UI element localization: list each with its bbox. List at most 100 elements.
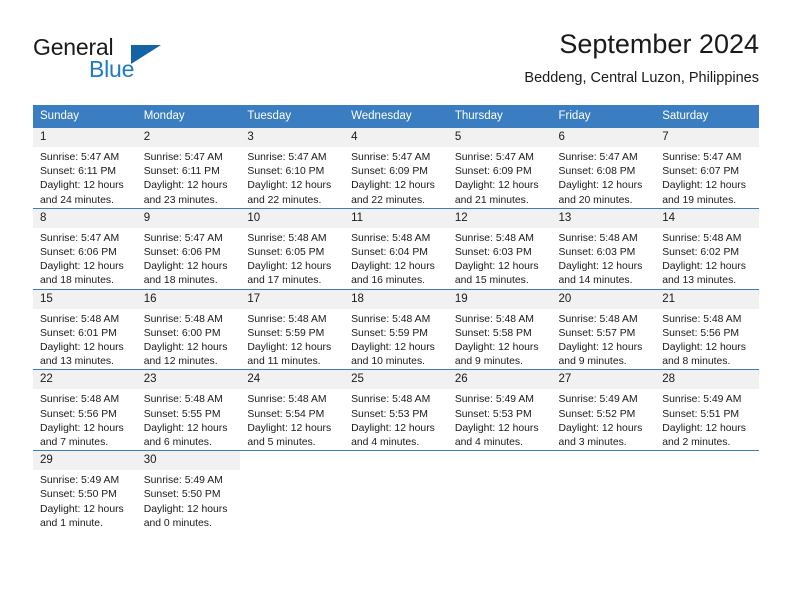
calendar-header-row: Sunday Monday Tuesday Wednesday Thursday… (33, 105, 759, 128)
calendar-day-cell[interactable]: 25 Sunrise: 5:48 AM Sunset: 5:53 PM Dayligh… (344, 369, 448, 451)
sunset-text: Sunset: 6:08 PM (558, 166, 636, 178)
calendar-day-cell[interactable]: 14 Sunrise: 5:48 AM Sunset: 6:02 PM Dayligh… (655, 207, 759, 290)
day-details: Sunrise: 5:49 AM Sunset: 5:52 PM Daylight:… (552, 389, 656, 450)
daylight-text-line1: Daylight: 12 hours (558, 180, 643, 192)
daylight-text-line2: and 13 minutes. (662, 275, 737, 287)
day-number: 23 (136, 370, 241, 390)
sunrise-text: Sunrise: 5:48 AM (662, 313, 742, 325)
sunrise-text: Sunrise: 5:47 AM (40, 232, 120, 244)
sunset-text: Sunset: 6:11 PM (143, 166, 220, 178)
day-details (344, 470, 448, 474)
daylight-text-line1: Daylight: 12 hours (143, 503, 228, 515)
daylight-text-line1: Daylight: 12 hours (454, 180, 539, 192)
sunrise-text: Sunrise: 5:47 AM (143, 152, 223, 163)
sunset-text: Sunset: 5:57 PM (558, 327, 636, 339)
calendar-day-cell[interactable]: 10 Sunrise: 5:48 AM Sunset: 6:05 PM Dayligh… (240, 207, 345, 290)
sunrise-text: Sunrise: 5:47 AM (558, 152, 638, 163)
calendar-day-cell[interactable]: 22 Sunrise: 5:48 AM Sunset: 5:56 PM Dayligh… (33, 369, 137, 451)
calendar-page: General Blue September 2024 Beddeng, Cen… (0, 0, 792, 612)
calendar-day-cell[interactable]: 28 Sunrise: 5:49 AM Sunset: 5:51 PM Dayligh… (655, 369, 759, 451)
calendar-day-cell-empty (447, 450, 552, 532)
daylight-text-line2: and 15 minutes. (454, 275, 529, 287)
calendar-week-row: 29 Sunrise: 5:49 AM Sunset: 5:50 PM Dayligh… (33, 450, 759, 532)
daylight-text-line2: and 11 minutes. (247, 356, 321, 368)
daylight-text-line1: Daylight: 12 hours (143, 422, 228, 434)
sunrise-text: Sunrise: 5:49 AM (454, 394, 534, 406)
calendar-day-cell-empty (551, 450, 656, 532)
calendar-day-cell[interactable]: 6 Sunrise: 5:47 AM Sunset: 6:08 PM Daylight… (551, 127, 656, 209)
sunrise-text: Sunrise: 5:48 AM (247, 313, 327, 325)
sunset-text: Sunset: 5:56 PM (40, 408, 117, 420)
calendar-body: 1 Sunrise: 5:47 AM Sunset: 6:11 PM Daylight… (33, 127, 759, 532)
sunset-text: Sunset: 6:01 PM (40, 327, 117, 339)
calendar-day-cell[interactable]: 9 Sunrise: 5:47 AM Sunset: 6:06 PM Daylight… (136, 207, 241, 290)
calendar-day-cell[interactable]: 2 Sunrise: 5:47 AM Sunset: 6:11 PM Daylight… (136, 127, 241, 209)
day-details: Sunrise: 5:48 AM Sunset: 6:04 PM Daylight:… (344, 228, 448, 289)
sunset-text: Sunset: 6:04 PM (351, 247, 428, 259)
daylight-text-line2: and 9 minutes. (454, 356, 523, 368)
calendar-day-cell[interactable]: 26 Sunrise: 5:49 AM Sunset: 5:53 PM Dayligh… (447, 369, 552, 451)
calendar-day-cell[interactable]: 4 Sunrise: 5:47 AM Sunset: 6:09 PM Daylight… (344, 127, 448, 209)
calendar-day-cell[interactable]: 13 Sunrise: 5:48 AM Sunset: 6:03 PM Dayligh… (551, 207, 656, 290)
daylight-text-line2: and 19 minutes. (662, 194, 737, 206)
calendar-day-cell[interactable]: 16 Sunrise: 5:48 AM Sunset: 6:00 PM Dayligh… (136, 288, 241, 370)
daylight-text-line1: Daylight: 12 hours (247, 261, 332, 273)
sunset-text: Sunset: 6:00 PM (143, 327, 221, 339)
daylight-text-line1: Daylight: 12 hours (40, 422, 124, 434)
day-details: Sunrise: 5:48 AM Sunset: 5:58 PM Daylight:… (448, 309, 552, 370)
day-details: Sunrise: 5:47 AM Sunset: 6:11 PM Daylight:… (137, 147, 241, 208)
calendar-day-cell[interactable]: 20 Sunrise: 5:48 AM Sunset: 5:57 PM Dayligh… (551, 288, 656, 370)
day-details: Sunrise: 5:47 AM Sunset: 6:09 PM Daylight:… (344, 147, 448, 208)
day-number: 14 (655, 208, 759, 228)
daylight-text-line1: Daylight: 12 hours (662, 422, 746, 434)
calendar-day-cell[interactable]: 21 Sunrise: 5:48 AM Sunset: 5:56 PM Dayligh… (655, 288, 759, 370)
calendar-day-cell[interactable]: 18 Sunrise: 5:48 AM Sunset: 5:59 PM Dayligh… (344, 288, 448, 370)
calendar-day-cell[interactable]: 15 Sunrise: 5:48 AM Sunset: 6:01 PM Dayligh… (33, 288, 137, 370)
calendar-day-cell[interactable]: 12 Sunrise: 5:48 AM Sunset: 6:03 PM Dayligh… (447, 207, 552, 290)
page-subtitle: Beddeng, Central Luzon, Philippines (524, 70, 759, 86)
calendar-day-cell[interactable]: 30 Sunrise: 5:49 AM Sunset: 5:50 PM Dayligh… (136, 450, 241, 532)
daylight-text-line2: and 4 minutes. (351, 437, 420, 449)
sunrise-text: Sunrise: 5:47 AM (40, 152, 120, 163)
day-number (447, 451, 552, 471)
calendar-day-cell[interactable]: 11 Sunrise: 5:48 AM Sunset: 6:04 PM Dayligh… (344, 207, 448, 290)
day-number: 18 (344, 289, 448, 309)
daylight-text-line2: and 4 minutes. (454, 437, 523, 449)
calendar-day-cell[interactable]: 1 Sunrise: 5:47 AM Sunset: 6:11 PM Daylight… (33, 127, 137, 209)
daylight-text-line2: and 13 minutes. (40, 356, 114, 368)
calendar-day-cell[interactable]: 19 Sunrise: 5:48 AM Sunset: 5:58 PM Dayligh… (447, 288, 552, 370)
daylight-text-line2: and 5 minutes. (247, 437, 316, 449)
day-details: Sunrise: 5:48 AM Sunset: 5:54 PM Daylight:… (240, 389, 344, 450)
daylight-text-line2: and 22 minutes. (247, 194, 322, 206)
daylight-text-line1: Daylight: 12 hours (247, 342, 332, 354)
daylight-text-line2: and 18 minutes. (40, 275, 114, 287)
day-details: Sunrise: 5:49 AM Sunset: 5:51 PM Daylight:… (655, 389, 759, 450)
day-number: 22 (33, 370, 137, 390)
daylight-text-line1: Daylight: 12 hours (143, 180, 228, 192)
day-details: Sunrise: 5:48 AM Sunset: 5:55 PM Daylight:… (137, 389, 241, 450)
calendar-day-cell[interactable]: 8 Sunrise: 5:47 AM Sunset: 6:06 PM Daylight… (33, 207, 137, 290)
calendar-day-cell[interactable]: 3 Sunrise: 5:47 AM Sunset: 6:10 PM Daylight… (240, 127, 345, 209)
day-details: Sunrise: 5:47 AM Sunset: 6:07 PM Daylight:… (655, 147, 759, 208)
daylight-text-line1: Daylight: 12 hours (247, 422, 332, 434)
sunset-text: Sunset: 5:55 PM (143, 408, 221, 420)
sunrise-text: Sunrise: 5:48 AM (662, 232, 742, 244)
calendar-day-cell[interactable]: 5 Sunrise: 5:47 AM Sunset: 6:09 PM Daylight… (447, 127, 552, 209)
sunrise-text: Sunrise: 5:48 AM (351, 232, 431, 244)
calendar-day-cell[interactable]: 29 Sunrise: 5:49 AM Sunset: 5:50 PM Dayligh… (33, 450, 137, 532)
general-blue-logo: General Blue (33, 34, 213, 84)
sunset-text: Sunset: 6:06 PM (143, 247, 221, 259)
day-number: 17 (240, 289, 345, 309)
day-number: 27 (551, 370, 656, 390)
calendar-day-cell[interactable]: 24 Sunrise: 5:48 AM Sunset: 5:54 PM Dayligh… (240, 369, 345, 451)
day-number: 16 (136, 289, 241, 309)
calendar-day-cell[interactable]: 23 Sunrise: 5:48 AM Sunset: 5:55 PM Dayligh… (136, 369, 241, 451)
calendar-day-cell[interactable]: 7 Sunrise: 5:47 AM Sunset: 6:07 PM Daylight… (655, 127, 759, 209)
day-details: Sunrise: 5:48 AM Sunset: 6:05 PM Daylight:… (240, 228, 344, 289)
daylight-text-line2: and 9 minutes. (558, 356, 627, 368)
daylight-text-line2: and 10 minutes. (351, 356, 426, 368)
calendar-day-cell[interactable]: 17 Sunrise: 5:48 AM Sunset: 5:59 PM Dayligh… (240, 288, 345, 370)
weekday-header-monday: Monday (136, 105, 241, 128)
daylight-text-line2: and 22 minutes. (351, 194, 426, 206)
calendar-day-cell[interactable]: 27 Sunrise: 5:49 AM Sunset: 5:52 PM Dayligh… (551, 369, 656, 451)
